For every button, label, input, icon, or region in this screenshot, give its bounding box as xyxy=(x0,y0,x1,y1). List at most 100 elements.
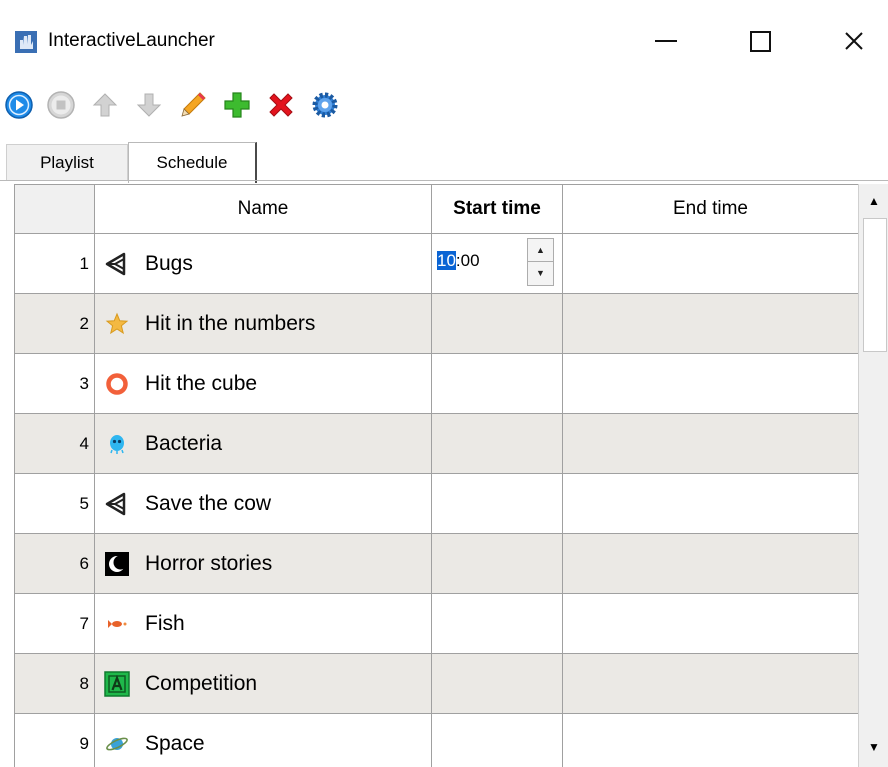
tab-divider xyxy=(0,180,888,181)
add-button[interactable] xyxy=(220,88,254,122)
start-time-cell[interactable] xyxy=(431,593,563,654)
end-time-cell[interactable] xyxy=(562,473,858,534)
start-time-cell[interactable] xyxy=(431,413,563,474)
close-icon xyxy=(845,32,863,50)
row-name: Fish xyxy=(145,611,185,635)
table-row[interactable]: 4 Bacteria xyxy=(14,413,858,474)
toolbar xyxy=(0,84,888,126)
vertical-scrollbar[interactable]: ▲ ▼ xyxy=(858,184,888,767)
start-time-editor[interactable]: 10:00 ▲ ▼ xyxy=(432,234,562,293)
stop-button[interactable] xyxy=(44,88,78,122)
end-time-cell[interactable] xyxy=(562,353,858,414)
row-number: 7 xyxy=(14,593,95,654)
name-column-header[interactable]: Name xyxy=(94,184,432,234)
play-button[interactable] xyxy=(2,88,36,122)
maximize-button[interactable] xyxy=(730,16,790,66)
table-row[interactable]: 9 Space xyxy=(14,713,858,767)
star-icon xyxy=(103,310,131,338)
start-time-cell[interactable]: 10:00 ▲ ▼ xyxy=(431,233,563,294)
table-row[interactable]: 2 Hit in the numbers xyxy=(14,293,858,354)
name-cell[interactable]: Fish xyxy=(94,593,432,654)
table-row[interactable]: 1 Bugs 10:00 ▲ ▼ xyxy=(14,233,858,294)
name-cell[interactable]: Hit the cube xyxy=(94,353,432,414)
spinner-up-button[interactable]: ▲ xyxy=(528,239,553,262)
row-number: 8 xyxy=(14,653,95,714)
end-time-cell[interactable] xyxy=(562,653,858,714)
start-time-cell[interactable] xyxy=(431,473,563,534)
play-icon xyxy=(5,91,33,119)
maximize-icon xyxy=(749,30,771,52)
start-time-cell[interactable] xyxy=(431,293,563,354)
row-name: Space xyxy=(145,731,205,755)
start-time-cell[interactable] xyxy=(431,533,563,594)
scroll-thumb[interactable] xyxy=(863,218,887,352)
name-cell[interactable]: Save the cow xyxy=(94,473,432,534)
row-name: Hit the cube xyxy=(145,371,258,395)
tab-playlist[interactable]: Playlist xyxy=(6,144,128,181)
start-time-column-header[interactable]: Start time xyxy=(431,184,563,234)
name-cell[interactable]: Bacteria xyxy=(94,413,432,474)
name-cell[interactable]: Competition xyxy=(94,653,432,714)
close-button[interactable] xyxy=(824,16,884,66)
row-number: 3 xyxy=(14,353,95,414)
move-up-button[interactable] xyxy=(88,88,122,122)
planet-icon xyxy=(103,730,131,758)
tab-schedule[interactable]: Schedule xyxy=(128,142,257,183)
row-name: Hit in the numbers xyxy=(145,311,316,335)
row-name: Bugs xyxy=(145,251,193,275)
scroll-down-button[interactable]: ▼ xyxy=(861,732,887,762)
table-row[interactable]: 6 Horror stories xyxy=(14,533,858,594)
row-number: 4 xyxy=(14,413,95,474)
spinner-down-button[interactable]: ▼ xyxy=(528,262,553,284)
scroll-up-button[interactable]: ▲ xyxy=(861,186,887,216)
end-time-cell[interactable] xyxy=(562,533,858,594)
row-name: Horror stories xyxy=(145,551,273,575)
window-title: InteractiveLauncher xyxy=(48,30,215,51)
table-row[interactable]: 7 Fish xyxy=(14,593,858,654)
minimize-icon xyxy=(655,40,677,42)
arrow-down-icon xyxy=(136,93,162,117)
name-cell[interactable]: Horror stories xyxy=(94,533,432,594)
start-time-cell[interactable] xyxy=(431,653,563,714)
header-row: Name Start time End time xyxy=(14,184,858,234)
move-down-button[interactable] xyxy=(132,88,166,122)
name-cell[interactable]: Hit in the numbers xyxy=(94,293,432,354)
row-number: 5 xyxy=(14,473,95,534)
bacteria-icon xyxy=(103,430,131,458)
end-time-cell[interactable] xyxy=(562,713,858,767)
table-row[interactable]: 8 Competition xyxy=(14,653,858,714)
app-logo-icon xyxy=(15,31,37,53)
unity-icon xyxy=(103,490,131,518)
arrow-up-icon xyxy=(92,93,118,117)
stop-icon xyxy=(47,91,75,119)
delete-button[interactable] xyxy=(264,88,298,122)
time-selected-segment: 10 xyxy=(437,251,456,270)
row-number: 2 xyxy=(14,293,95,354)
row-number: 9 xyxy=(14,713,95,767)
settings-button[interactable] xyxy=(308,88,342,122)
start-time-cell[interactable] xyxy=(431,713,563,767)
edit-button[interactable] xyxy=(176,88,210,122)
name-cell[interactable]: Space xyxy=(94,713,432,767)
end-time-cell[interactable] xyxy=(562,413,858,474)
schedule-grid: Name Start time End time 1 Bugs 10:00 ▲ … xyxy=(14,184,858,767)
end-time-column-header[interactable]: End time xyxy=(562,184,858,234)
name-cell[interactable]: Bugs xyxy=(94,233,432,294)
pencil-icon xyxy=(181,92,206,117)
ring-icon xyxy=(103,370,131,398)
table-row[interactable]: 5 Save the cow xyxy=(14,473,858,534)
start-time-cell[interactable] xyxy=(431,353,563,414)
row-number-header[interactable] xyxy=(14,184,95,234)
gear-icon xyxy=(312,92,338,118)
letter-a-icon xyxy=(103,670,131,698)
minimize-button[interactable] xyxy=(636,16,696,66)
row-name: Save the cow xyxy=(145,491,272,515)
end-time-cell[interactable] xyxy=(562,593,858,654)
end-time-cell[interactable] xyxy=(562,293,858,354)
fish-icon xyxy=(103,610,131,638)
tab-bar: Playlist Schedule xyxy=(0,140,888,183)
time-rest: :00 xyxy=(455,251,480,270)
table-row[interactable]: 3 Hit the cube xyxy=(14,353,858,414)
title-bar: InteractiveLauncher xyxy=(0,0,888,80)
end-time-cell[interactable] xyxy=(562,233,858,294)
